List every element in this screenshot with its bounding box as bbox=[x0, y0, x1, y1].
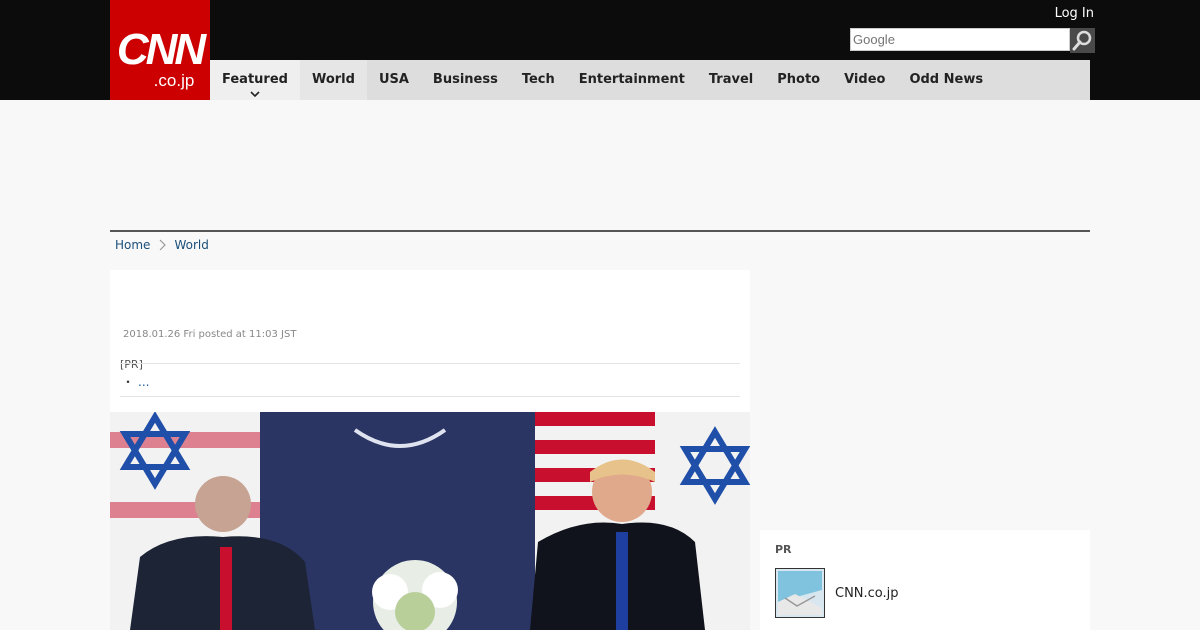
nav-label: Business bbox=[432, 72, 498, 87]
breadcrumb-world[interactable]: World bbox=[174, 238, 208, 252]
nav-label: Entertainment bbox=[578, 72, 685, 87]
login-link[interactable]: Log In bbox=[1055, 6, 1094, 21]
nav-label: Featured bbox=[222, 72, 288, 87]
logo-sub-text: .co.jp bbox=[153, 71, 195, 90]
pr-divider-top bbox=[120, 363, 740, 364]
breadcrumb-home[interactable]: Home bbox=[115, 238, 150, 252]
nav-label: Odd News bbox=[909, 72, 984, 87]
article-photo bbox=[110, 412, 750, 630]
nav-label: World bbox=[311, 72, 355, 87]
nav-item-usa[interactable]: USA bbox=[367, 60, 421, 100]
search-button[interactable] bbox=[1070, 28, 1095, 53]
nav-item-entertainment[interactable]: Entertainment bbox=[567, 60, 697, 100]
search-icon bbox=[1070, 28, 1095, 53]
nav-label: Photo bbox=[777, 72, 821, 87]
article-card: 2018.01.26 Fri posted at 11:03 JST [PR] … bbox=[110, 270, 750, 630]
section-divider bbox=[110, 230, 1090, 232]
logo-main-text: CNN bbox=[116, 25, 206, 74]
pr-bullet: ・ bbox=[122, 375, 135, 389]
chevron-down-icon bbox=[250, 91, 260, 98]
nav-item-world[interactable]: World bbox=[299, 60, 367, 100]
breadcrumb: Home World bbox=[115, 238, 209, 252]
sidebar-pr-link[interactable]: CNN.co.jp bbox=[835, 586, 899, 601]
nav-item-photo[interactable]: Photo bbox=[765, 60, 832, 100]
nav-item-video[interactable]: Video bbox=[832, 60, 897, 100]
sidebar-pr-box: PR CNN.co.jp bbox=[760, 530, 1090, 630]
article-date: 2018.01.26 Fri posted at 11:03 JST bbox=[123, 329, 297, 340]
article-photo-graphic bbox=[110, 412, 750, 630]
search-input[interactable] bbox=[850, 28, 1070, 51]
sidebar-pr-title: PR bbox=[775, 543, 792, 556]
nav-item-odd-news[interactable]: Odd News bbox=[897, 60, 995, 100]
sidebar-pr-thumbnail[interactable] bbox=[775, 568, 825, 618]
main-nav: Featured World USA Business Tech Enterta… bbox=[210, 60, 1090, 100]
nav-item-tech[interactable]: Tech bbox=[510, 60, 567, 100]
chevron-right-icon bbox=[160, 239, 167, 251]
nav-label: USA bbox=[378, 72, 409, 87]
nav-label: Tech bbox=[521, 72, 555, 87]
nav-item-featured[interactable]: Featured bbox=[210, 60, 300, 100]
pr-link[interactable]: ... bbox=[138, 375, 149, 389]
cnn-logo[interactable]: CNN .co.jp bbox=[110, 0, 210, 100]
pr-item: ・... bbox=[122, 373, 149, 390]
nav-item-travel[interactable]: Travel bbox=[697, 60, 765, 100]
nav-label: Travel bbox=[708, 72, 754, 87]
pr-divider-bottom bbox=[120, 396, 740, 397]
nav-label: Video bbox=[844, 72, 886, 87]
nav-item-business[interactable]: Business bbox=[421, 60, 510, 100]
pr-label: [PR] bbox=[120, 358, 143, 371]
